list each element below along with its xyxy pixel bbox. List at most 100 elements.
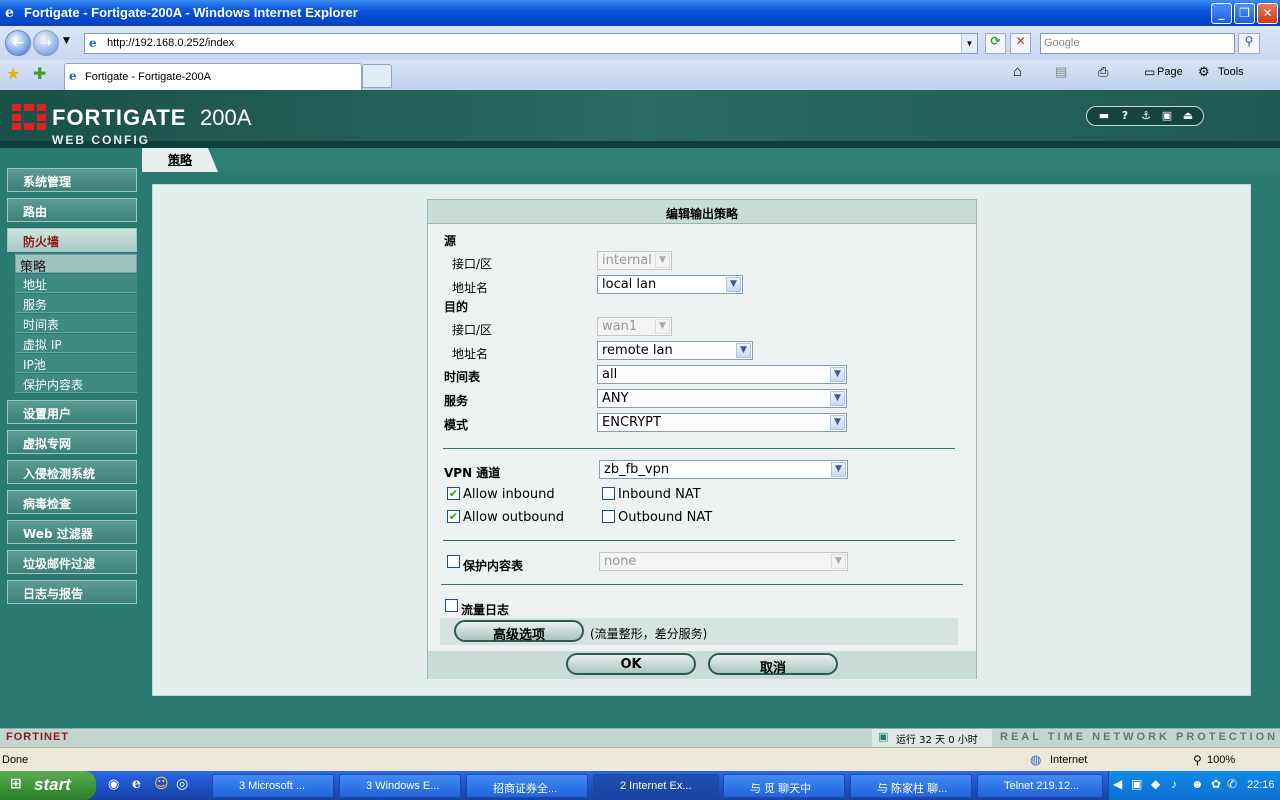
service-label: 服务 xyxy=(444,394,469,408)
src-address-select[interactable]: local lan ▼ xyxy=(597,275,743,294)
service-select[interactable]: ANY ▼ xyxy=(597,389,847,408)
tray-network-icon[interactable]: ▣ xyxy=(1131,777,1142,791)
sidebar-subitem-schedule[interactable]: 时间表 xyxy=(15,314,137,333)
forward-button[interactable]: → xyxy=(33,30,59,56)
search-input[interactable]: Google xyxy=(1040,33,1235,54)
allow-outbound-checkbox[interactable]: ✔ xyxy=(447,510,460,523)
inbound-nat-checkbox[interactable] xyxy=(602,487,615,500)
sidebar-item-firewall[interactable]: 防火墙 xyxy=(7,228,137,252)
cancel-button[interactable]: 取消 xyxy=(708,653,838,676)
stop-button[interactable]: ✕ xyxy=(1010,33,1031,54)
sidebar-item-router[interactable]: 路由 xyxy=(7,198,137,222)
sidebar-item-web-filter[interactable]: Web 过滤器 xyxy=(7,520,137,544)
service-value: ANY xyxy=(602,391,629,406)
quicklaunch-ie-icon[interactable]: e xyxy=(132,776,141,792)
tray-volume-icon[interactable]: ♪ xyxy=(1171,777,1177,791)
console-icon[interactable]: ▬ xyxy=(1095,108,1113,124)
outbound-nat-checkbox[interactable] xyxy=(602,510,615,523)
task-telnet[interactable]: Telnet 219.12... xyxy=(977,774,1103,798)
start-button[interactable]: ⊞ start xyxy=(0,771,96,800)
sidebar-subitem-protection-profile[interactable]: 保护内容表 xyxy=(15,374,137,393)
refresh-button[interactable]: ⟳ xyxy=(985,33,1006,54)
quicklaunch-messenger-icon[interactable]: ☺ xyxy=(154,776,169,792)
protection-profile-checkbox[interactable] xyxy=(447,555,460,568)
task-microsoft-word[interactable]: 3 Microsoft ... xyxy=(212,774,334,798)
page-menu[interactable]: Page xyxy=(1157,66,1183,78)
tab-title: Fortigate - Fortigate-200A xyxy=(85,71,211,83)
tab-fortigate[interactable]: e Fortigate - Fortigate-200A xyxy=(64,63,362,90)
feeds-icon[interactable]: ▤ xyxy=(1055,64,1067,80)
ok-button[interactable]: OK xyxy=(566,653,696,675)
zoom-level[interactable]: 100% xyxy=(1207,754,1235,766)
favorites-star-icon[interactable]: ★ xyxy=(6,64,20,83)
sidebar-item-log-report[interactable]: 日志与报告 xyxy=(7,580,137,604)
task-chat-2[interactable]: 与 陈家柱 聊... xyxy=(850,774,972,798)
tab-policy[interactable]: 策略 xyxy=(142,148,218,172)
taskbar: ⊞ start ◉ e ☺ ◎ 3 Microsoft ... 3 Window… xyxy=(0,771,1280,800)
model-name: 200A xyxy=(200,105,252,130)
tray-app-icon[interactable]: ◆ xyxy=(1151,777,1160,791)
subitem-label: 地址 xyxy=(23,278,48,292)
sidebar-subitem-service[interactable]: 服务 xyxy=(15,294,137,313)
sidebar-subitem-ip-pool[interactable]: IP池 xyxy=(15,354,137,373)
address-input[interactable]: e http://192.168.0.252/index ▼ xyxy=(84,33,978,54)
help-icon[interactable]: ? xyxy=(1116,108,1134,124)
maximize-button[interactable]: ❐ xyxy=(1234,3,1255,24)
address-dropdown-icon[interactable]: ▼ xyxy=(961,34,977,53)
network-icon[interactable]: ⚓ xyxy=(1137,108,1155,124)
allow-inbound-label: Allow inbound xyxy=(463,487,555,502)
sidebar-subitem-virtual-ip[interactable]: 虚拟 IP xyxy=(15,334,137,353)
tray-qq-icon[interactable]: ☻ xyxy=(1191,777,1204,791)
window-titlebar[interactable]: e Fortigate - Fortigate-200A - Windows I… xyxy=(0,0,1280,26)
vpn-tunnel-select[interactable]: zb_fb_vpn ▼ xyxy=(599,460,848,479)
task-chat-1[interactable]: 与 觅 聊天中 xyxy=(723,774,845,798)
quicklaunch-browser-icon[interactable]: ◎ xyxy=(176,776,188,792)
logout-icon[interactable]: ⏏ xyxy=(1179,108,1197,124)
task-securities[interactable]: 招商证券全... xyxy=(466,774,588,798)
sidebar-item-label: 路由 xyxy=(23,205,48,219)
sidebar-item-system[interactable]: 系统管理 xyxy=(7,168,137,192)
sidebar-item-ips[interactable]: 入侵检测系统 xyxy=(7,460,137,484)
traffic-log-checkbox[interactable] xyxy=(445,599,458,612)
print-icon[interactable]: ⎙ xyxy=(1098,64,1108,80)
task-label: 与 陈家柱 聊... xyxy=(877,783,948,795)
add-favorites-icon[interactable]: ✚ xyxy=(33,64,46,83)
allow-inbound-checkbox[interactable]: ✔ xyxy=(447,487,460,500)
mode-select[interactable]: ENCRYPT ▼ xyxy=(597,413,847,432)
content-area: 编辑输出策略 源 接口/区 internal ▼ 地址名 local lan ▼ 目… xyxy=(152,184,1251,696)
subitem-label: 服务 xyxy=(23,298,48,312)
show-desktop-icon[interactable]: ◉ xyxy=(108,777,119,792)
minimize-button[interactable]: _ xyxy=(1211,3,1232,24)
tray-expand-icon[interactable]: ◀ xyxy=(1113,777,1122,791)
new-tab-button[interactable] xyxy=(362,64,392,88)
sidebar: 系统管理 路由 防火墙 策略 地址 服务 时间表 虚拟 IP IP池 保护内容表… xyxy=(0,148,142,728)
sidebar-item-antivirus[interactable]: 病毒检查 xyxy=(7,490,137,514)
fortigate-header: FORTIGATE 200A WEB CONFIG ▬? ⚓ ▣ ⏏ xyxy=(0,90,1280,148)
sidebar-item-user[interactable]: 设置用户 xyxy=(7,400,137,424)
clock: 22:16 xyxy=(1247,779,1275,791)
sidebar-item-vpn[interactable]: 虚拟专网 xyxy=(7,430,137,454)
protection-profile-select[interactable]: none ▼ xyxy=(599,552,848,571)
schedule-select[interactable]: all ▼ xyxy=(597,365,847,384)
cli-icon[interactable]: ▣ xyxy=(1158,108,1176,124)
dst-address-select[interactable]: remote lan ▼ xyxy=(597,341,753,360)
search-icon[interactable]: ⚲ xyxy=(1238,33,1260,54)
home-icon[interactable]: ⌂ xyxy=(1013,63,1022,80)
sidebar-subitem-address[interactable]: 地址 xyxy=(15,274,137,293)
back-button[interactable]: ← xyxy=(5,30,31,56)
src-interface-select[interactable]: internal ▼ xyxy=(597,251,672,270)
task-internet-explorer[interactable]: 2 Internet Ex... xyxy=(593,774,719,798)
history-dropdown-icon[interactable]: ▼ xyxy=(63,36,70,46)
advanced-options-button[interactable]: 高级选项 xyxy=(454,620,584,643)
sidebar-subitem-policy[interactable]: 策略 xyxy=(15,254,137,275)
sidebar-item-spam-filter[interactable]: 垃圾邮件过滤 xyxy=(7,550,137,574)
tray-security-icon[interactable]: ✿ xyxy=(1211,777,1221,791)
tools-menu[interactable]: Tools xyxy=(1218,66,1244,78)
subitem-label: IP池 xyxy=(23,358,46,372)
tray-wireless-icon[interactable]: ✆ xyxy=(1227,777,1237,791)
close-button[interactable]: ✕ xyxy=(1257,3,1278,24)
subitem-label: 策略 xyxy=(20,260,47,275)
task-windows-explorer[interactable]: 3 Windows E... xyxy=(339,774,461,798)
traffic-log-label: 流量日志 xyxy=(461,603,510,617)
dst-interface-select[interactable]: wan1 ▼ xyxy=(597,317,672,336)
